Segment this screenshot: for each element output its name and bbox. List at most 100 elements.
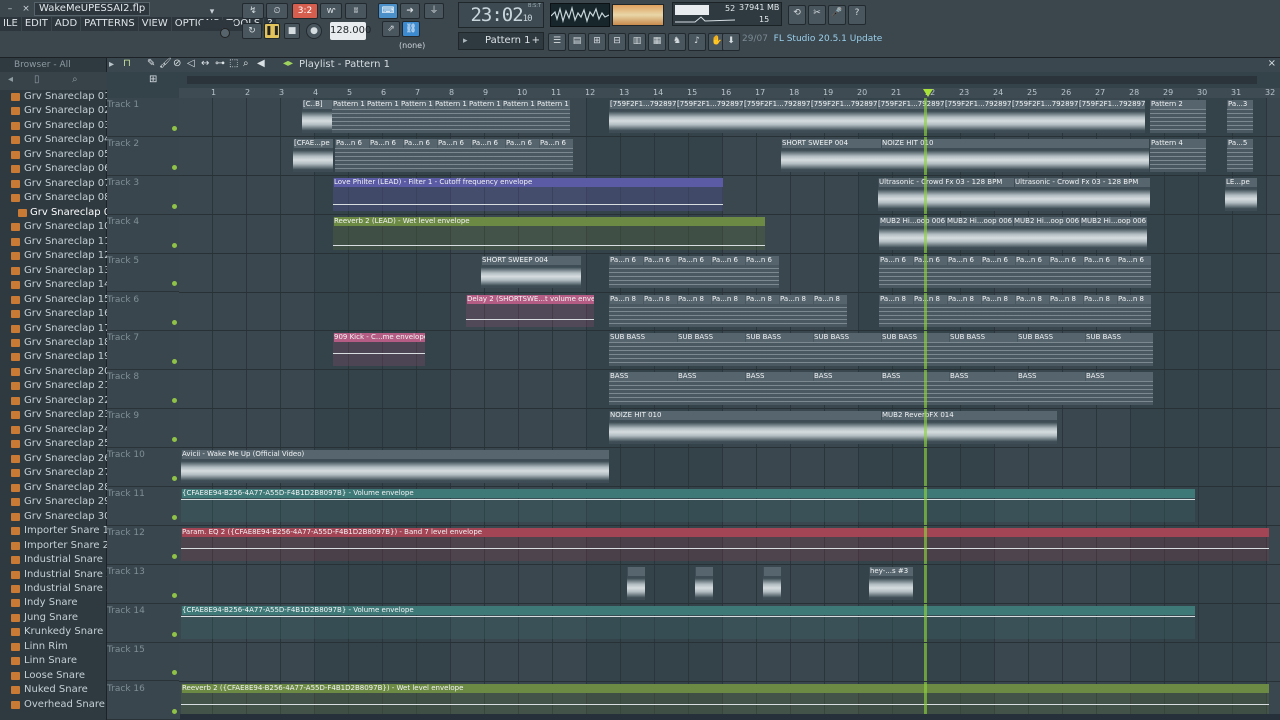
playlist-clip[interactable]: Pa...n 8: [981, 294, 1015, 328]
playlist-clip[interactable]: 909 Kick - C...me envelope: [333, 333, 425, 367]
playlist-clip[interactable]: Pa...n 6: [981, 255, 1015, 289]
piano-roll-icon[interactable]: ⊟: [608, 33, 626, 51]
update-hint[interactable]: 29/07 FL Studio 20.5.1 Update: [742, 34, 882, 44]
browser-item[interactable]: Grv Snareclap 26: [0, 452, 110, 467]
record-arm-icon[interactable]: ●: [306, 23, 322, 39]
track-active-led[interactable]: [172, 709, 177, 715]
track-header[interactable]: Track 3: [107, 176, 179, 215]
track-header[interactable]: Track 16: [107, 682, 179, 720]
stamp-icon[interactable]: ⊞: [149, 74, 157, 85]
pause-button[interactable]: ❚❚: [264, 23, 280, 39]
track-header[interactable]: Track 2: [107, 137, 179, 176]
playlist-menu-icon[interactable]: ▸: [109, 59, 114, 70]
track-active-led[interactable]: [172, 320, 177, 326]
playlist-clip[interactable]: Pa...n 8: [813, 294, 847, 328]
tools-icon[interactable]: ✂: [808, 5, 826, 25]
browser-item[interactable]: Importer Snare 2: [0, 539, 109, 554]
playlist-clip[interactable]: Pa...n 8: [745, 294, 779, 328]
track-active-led[interactable]: [172, 203, 177, 209]
playlist-clip[interactable]: [759F2F1...792897]: [1011, 100, 1078, 133]
playlist-clip[interactable]: Pa...n 8: [1049, 294, 1083, 328]
playlist-clip[interactable]: [759F2F1...792897]: [877, 100, 944, 133]
playlist-clip[interactable]: Pa...3: [1227, 100, 1253, 133]
playlist-clip[interactable]: Pa...5: [1227, 138, 1253, 172]
playlist-clip[interactable]: hey-...s #3: [869, 566, 913, 600]
browser-item[interactable]: Grv Snareclap 17: [0, 322, 110, 337]
playlist-clip[interactable]: Delay 2 (SHORTSWE...t volume envelope: [466, 294, 594, 328]
browser-item[interactable]: Grv Snareclap 05: [0, 148, 110, 163]
browser-item[interactable]: Grv Snareclap 25: [0, 437, 110, 452]
playlist-clip[interactable]: Pa...n 6: [1117, 255, 1151, 289]
play-arrow-icon[interactable]: ➜: [400, 3, 420, 19]
browser-item[interactable]: Grv Snareclap 21: [0, 379, 110, 394]
track-active-led[interactable]: [172, 281, 177, 287]
track-active-led[interactable]: [172, 359, 177, 365]
playlist-clip[interactable]: Ultrasonic - Crowd Fx 03 - 128 BPM: [1014, 177, 1150, 211]
track-header[interactable]: Track 13: [107, 565, 179, 604]
track-header[interactable]: Track 8: [107, 370, 179, 410]
select-tool-icon[interactable]: ⬚: [229, 58, 238, 69]
master-pitch-knob[interactable]: [220, 28, 230, 38]
playlist-clip[interactable]: Pa...n 6: [369, 138, 403, 172]
playlist-window-icon[interactable]: ☰: [548, 33, 566, 51]
browser-item[interactable]: Grv Snareclap 20: [0, 365, 110, 380]
playlist-clip[interactable]: Pa...n 6: [609, 255, 643, 289]
browser-item[interactable]: Indy Snare: [0, 596, 107, 611]
playlist-clip[interactable]: [763, 566, 781, 600]
browser-item[interactable]: Grv Snareclap 13: [0, 264, 110, 279]
browser-item[interactable]: Grv Snareclap 04: [0, 133, 110, 148]
track-header[interactable]: Track 4: [107, 215, 179, 254]
link-icon[interactable]: ⛓: [402, 21, 420, 37]
browser-item[interactable]: Grv Snareclap 08: [0, 191, 110, 206]
playlist-clip[interactable]: Pa...n 8: [711, 294, 745, 328]
browser-item[interactable]: Grv Snareclap 11: [0, 235, 110, 250]
playlist-clip[interactable]: Pa...n 6: [335, 138, 369, 172]
track-header[interactable]: Track 14: [107, 604, 179, 643]
playlist-clip[interactable]: MUB2 Hi...oop 006: [1080, 216, 1147, 250]
browser-window-icon[interactable]: ▥: [628, 33, 646, 51]
playlist-clip[interactable]: Pattern 1: [468, 100, 502, 133]
browser-item[interactable]: Grv Snareclap 29: [0, 495, 110, 510]
tempo-display[interactable]: 128.000: [330, 22, 371, 40]
menu-view[interactable]: VIEW: [138, 17, 171, 31]
update-download-icon[interactable]: ⬇: [722, 33, 740, 51]
track-header[interactable]: Track 12: [107, 526, 179, 565]
arrangement-grid[interactable]: [C..B] Pattern 1 Pattern 1 Pattern 1 Pattern…: [179, 98, 1280, 720]
playlist-clip[interactable]: Pattern 2: [1150, 100, 1206, 133]
playlist-clip[interactable]: Pattern 1: [400, 100, 434, 133]
pattern-selector[interactable]: ▸ Pattern 1 +: [458, 32, 544, 50]
playlist-clip[interactable]: BASS: [1017, 372, 1085, 406]
mixer-window-icon[interactable]: ▤: [568, 33, 586, 51]
playlist-clip[interactable]: Pa...n 6: [1049, 255, 1083, 289]
browser-item[interactable]: Grv Snareclap 09: [0, 206, 116, 221]
playlist-clip[interactable]: Pa...n 6: [1083, 255, 1117, 289]
playlist-clip[interactable]: Pa...n 6: [947, 255, 981, 289]
browser-item[interactable]: Industrial Snare 1: [0, 553, 112, 568]
playlist-clip[interactable]: BASS: [881, 372, 949, 406]
browser-folder-icon[interactable]: ▯: [34, 74, 40, 85]
playlist-clip[interactable]: MUB2 ReverbFX 014: [881, 411, 1057, 445]
playlist-clip[interactable]: NOIZE HIT 010: [881, 138, 1149, 172]
playlist-clip[interactable]: Pa...n 6: [471, 138, 505, 172]
playlist-clip[interactable]: Pa...n 6: [1015, 255, 1049, 289]
playlist-clip[interactable]: Pa...n 6: [403, 138, 437, 172]
refresh-icon[interactable]: ⟲: [788, 5, 806, 25]
minimize-icon[interactable]: –: [4, 3, 16, 15]
magnet-snap-icon[interactable]: ⊓: [123, 58, 131, 69]
loop-record-icon[interactable]: ʬ: [345, 3, 367, 19]
browser-item[interactable]: Linn Snare: [0, 654, 107, 669]
master-volume-slider[interactable]: [200, 20, 234, 28]
track-active-led[interactable]: [172, 592, 177, 598]
playlist-clip[interactable]: NOIZE HIT 010: [609, 411, 881, 445]
playlist-clip[interactable]: Pa...n 8: [1117, 294, 1151, 328]
draw-tool-icon[interactable]: ✎: [147, 58, 155, 69]
track-active-led[interactable]: [172, 398, 177, 404]
playlist-clip[interactable]: BASS: [813, 372, 881, 406]
bottom-scrollbar[interactable]: [180, 714, 1280, 720]
browser-item[interactable]: Grv Snareclap 19: [0, 350, 110, 365]
browser-item[interactable]: Grv Snareclap 07: [0, 177, 110, 192]
playlist-clip[interactable]: [627, 566, 645, 600]
playlist-clip[interactable]: SHORT SWEEP 004: [781, 138, 881, 172]
playlist-clip[interactable]: Pattern 1: [434, 100, 468, 133]
playlist-clip[interactable]: [759F2F1...792897]: [1078, 100, 1145, 133]
